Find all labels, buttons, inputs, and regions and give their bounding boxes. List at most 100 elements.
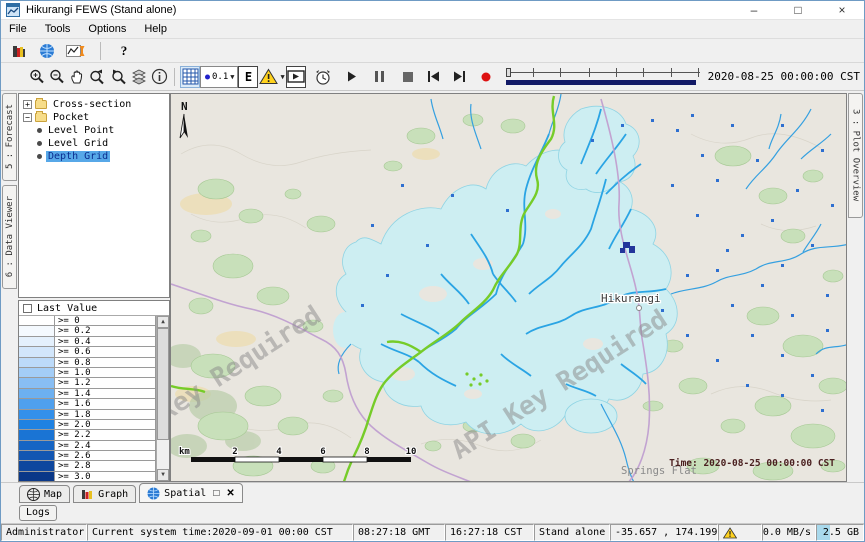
legend-row: >= 0 (19, 316, 155, 326)
movie-export-button[interactable] (286, 66, 306, 88)
legend-swatch (19, 358, 55, 367)
layers-button[interactable] (129, 66, 149, 88)
pan-button[interactable] (67, 66, 87, 88)
warning-dropdown[interactable]: ▼ (258, 66, 285, 88)
map-time-overlay: Time: 2020-08-25 00:00:00 CST (669, 458, 835, 469)
menu-tools[interactable]: Tools (45, 23, 71, 35)
svg-text:2: 2 (232, 447, 237, 457)
menu-help[interactable]: Help (144, 23, 167, 35)
zoom-previous-button[interactable] (87, 66, 108, 88)
warning-icon (723, 527, 737, 539)
play-button[interactable] (342, 66, 362, 88)
skip-end-button[interactable] (450, 66, 470, 88)
legend-label: >= 0.2 (55, 326, 91, 335)
tab-data-viewer[interactable]: 6 : Data Viewer (2, 185, 17, 289)
legend-label: >= 1.2 (55, 378, 91, 387)
logs-button[interactable]: Logs (19, 505, 57, 521)
contour-label: E (245, 70, 252, 84)
help-button[interactable]: ? (114, 40, 134, 62)
legend-row: >= 1.8 (19, 410, 155, 420)
legend-panel: Last Value >= 0 >= 0.2 (18, 300, 170, 482)
skip-start-button[interactable] (424, 66, 444, 88)
close-button[interactable]: × (820, 1, 864, 19)
info-icon (151, 68, 168, 85)
skip-end-icon (454, 71, 465, 82)
status-user: Administrator (1, 524, 87, 541)
legend-swatch (19, 420, 55, 429)
legend-swatch (19, 326, 55, 335)
bullet-icon (37, 154, 42, 159)
movie-icon (287, 70, 305, 83)
tree-item-depth-grid[interactable]: Depth Grid (23, 150, 169, 162)
timeseries-icon (66, 43, 86, 59)
svg-text:8: 8 (364, 447, 369, 457)
legend-label: >= 2.6 (55, 451, 91, 460)
expand-icon[interactable]: + (23, 100, 32, 109)
svg-text:4: 4 (276, 447, 282, 457)
legend-label: >= 0.4 (55, 337, 91, 346)
chevron-down-icon: ▼ (280, 73, 284, 81)
globe-icon (147, 487, 160, 500)
spatial-display-button[interactable] (37, 40, 57, 62)
tab-plot-overview[interactable]: 3 : Plot Overview (848, 93, 863, 218)
record-icon (481, 72, 491, 82)
map-canvas[interactable]: API Key Required API Key Required Hikura… (170, 93, 847, 482)
scrollbar-thumb[interactable] (157, 328, 169, 440)
play-icon (347, 71, 357, 82)
grid-icon (182, 68, 199, 85)
tree-item-level-grid[interactable]: Level Grid (23, 137, 169, 149)
tab-close-icon[interactable]: ✕ (226, 488, 234, 499)
last-value-checkbox[interactable] (23, 304, 32, 313)
main-toolbar: ? (1, 39, 864, 63)
legend-label: >= 0.8 (55, 358, 91, 367)
tab-map[interactable]: Map (19, 485, 70, 503)
status-warning[interactable] (718, 524, 762, 541)
info-button[interactable] (149, 66, 169, 88)
pause-button[interactable] (370, 66, 390, 88)
scroll-down-icon[interactable]: ▼ (157, 469, 169, 481)
dot-icon (204, 73, 211, 81)
timeseries-dialog-button[interactable] (65, 40, 87, 62)
status-local-time: 16:27:18 CST (445, 524, 534, 541)
zoom-next-button[interactable] (108, 66, 129, 88)
time-slider-handle[interactable] (506, 68, 511, 77)
status-coordinates: -35.657 , 174.199 (610, 524, 718, 541)
collapse-icon[interactable]: − (23, 113, 32, 122)
scroll-up-icon[interactable]: ▲ (157, 316, 169, 328)
tab-restore-icon[interactable]: □ (213, 488, 219, 499)
tree-item-cross-section[interactable]: + Cross-section (23, 98, 169, 110)
town-label: Hikurangi (601, 292, 661, 305)
tab-spatial[interactable]: Spatial □ ✕ (139, 483, 243, 503)
legend-swatch (19, 410, 55, 419)
time-slider[interactable] (506, 67, 700, 87)
zoom-in-button[interactable] (27, 66, 47, 88)
time-navigator-button[interactable] (312, 66, 334, 88)
tab-graph[interactable]: Graph (73, 485, 136, 503)
stop-button[interactable] (398, 66, 418, 88)
current-map-datetime: 2020-08-25 00:00:00 CST (708, 70, 860, 83)
zoom-out-button[interactable] (47, 66, 67, 88)
chevron-down-icon: ▼ (230, 73, 234, 81)
status-memory[interactable]: 2.5 GB (816, 524, 864, 541)
tree-item-level-point[interactable]: Level Point (23, 124, 169, 136)
legend-label: >= 2.8 (55, 461, 91, 470)
threshold-dropdown[interactable]: 0.1 ▼ (200, 66, 238, 88)
maximize-button[interactable]: □ (776, 1, 820, 19)
window-title: Hikurangi FEWS (Stand alone) (26, 4, 176, 16)
legend-swatch (19, 378, 55, 387)
legend-row: >= 1.6 (19, 399, 155, 409)
minimize-button[interactable]: – (732, 1, 776, 19)
menu-file[interactable]: File (9, 23, 27, 35)
contour-labels-button[interactable]: E (238, 66, 258, 88)
tree-item-pocket[interactable]: − Pocket (23, 111, 169, 123)
legend-swatch (19, 368, 55, 377)
grid-display-button[interactable] (180, 66, 200, 88)
menu-options[interactable]: Options (88, 23, 126, 35)
folder-icon (35, 113, 47, 122)
legend-label: >= 1.0 (55, 368, 91, 377)
record-button[interactable] (476, 66, 496, 88)
status-mode: Stand alone (534, 524, 610, 541)
legend-scrollbar[interactable]: ▲ ▼ (156, 316, 169, 481)
tab-forecast[interactable]: 5 : Forecast (2, 93, 17, 181)
log-browser-button[interactable] (9, 40, 29, 62)
